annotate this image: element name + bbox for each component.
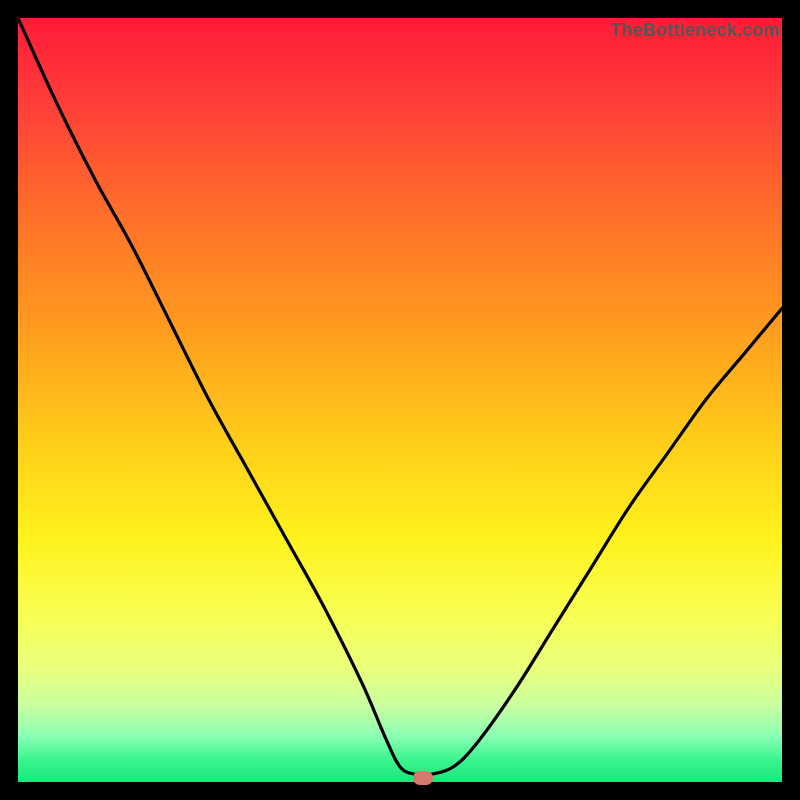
plot-area: TheBottleneck.com — [18, 18, 782, 782]
chart-frame: TheBottleneck.com — [0, 0, 800, 800]
optimum-marker — [413, 771, 433, 785]
bottleneck-curve — [18, 18, 782, 782]
